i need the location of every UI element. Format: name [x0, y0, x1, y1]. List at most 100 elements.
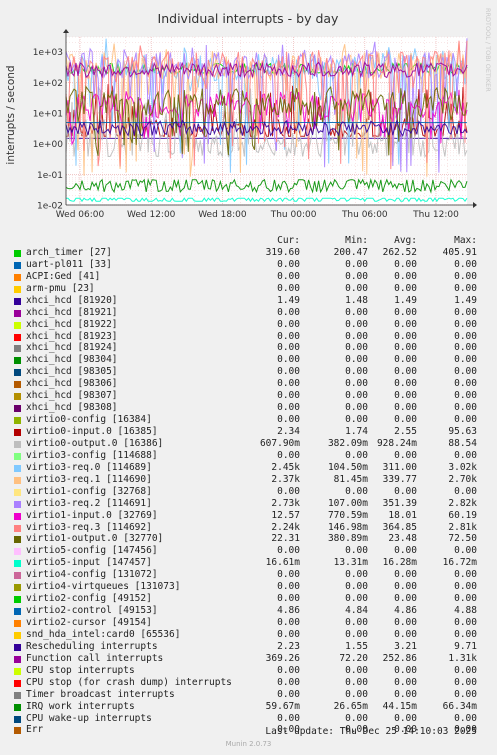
legend-cur: 2.34 [277, 426, 300, 437]
y-axis-label: interrupts / second [5, 65, 17, 164]
legend-cur: 0.00 [277, 581, 300, 593]
legend-cur: 2.45k [271, 461, 300, 473]
legend-max: 88.54 [448, 437, 477, 449]
legend-max: 0.00 [454, 688, 477, 700]
legend-cur: 12.57 [271, 509, 300, 521]
legend-max: 1.31k [448, 652, 477, 664]
y-tick-label: 1e+03 [33, 48, 63, 58]
legend-swatch [14, 297, 21, 305]
legend-label: xhci_hcd [81920] [26, 294, 118, 306]
legend-label: virtio5-input [147457] [26, 557, 152, 569]
x-tick-label: Thu 00:00 [270, 210, 317, 220]
legend-max: 66.34m [442, 700, 477, 712]
legend-label: xhci_hcd [81923] [26, 330, 118, 342]
legend-cur: 0.00 [277, 593, 300, 605]
legend-cur: 0.00 [277, 414, 300, 426]
legend-max: 0.00 [454, 258, 477, 270]
legend-row: CPU wake-up interrupts 0.00 0.00 0.00 0.00 [0, 713, 497, 725]
legend-cur: 0.00 [277, 270, 300, 282]
legend-swatch [14, 285, 21, 293]
legend-max: 0.00 [454, 712, 477, 724]
legend-label: Rescheduling interrupts [26, 640, 158, 652]
legend-row: virtio0-config [16384] 0.00 0.00 0.00 0.00 [0, 414, 497, 426]
chart-title: Individual interrupts - by day [158, 11, 340, 26]
legend-cur: 0.00 [277, 617, 300, 628]
legend-swatch [14, 691, 21, 699]
legend-swatch [14, 464, 21, 472]
legend-cur: 0.00 [277, 664, 300, 676]
legend-swatch [14, 655, 21, 663]
legend-max: 0.00 [454, 664, 477, 676]
legend-swatch [14, 584, 21, 592]
legend-max: 2.82k [448, 497, 477, 509]
legend-header: Cur: Min: Avg: Max: [0, 235, 497, 247]
legend-row: xhci_hcd [81921] 0.00 0.00 0.00 0.00 [0, 307, 497, 319]
last-update: Last update: Thu Dec 25 14:10:03 2025 [265, 726, 477, 737]
legend-row: virtio2-config [49152] 0.00 0.00 0.00 0.00 [0, 593, 497, 605]
legend-max: 0.00 [454, 449, 477, 461]
legend-row: arm-pmu [23] 0.00 0.00 0.00 0.00 [0, 283, 497, 295]
legend-swatch [14, 393, 21, 401]
legend-swatch [14, 405, 21, 413]
legend-swatch [14, 631, 21, 639]
legend-row: CPU stop (for crash dump) interrupts 0.00… [0, 677, 497, 689]
legend-label: xhci_hcd [98304] [26, 354, 118, 366]
legend-max: 0.00 [454, 366, 477, 378]
legend-rows: arch_timer [27] 319.60 200.47 262.52 405.91 u… [0, 247, 497, 736]
legend-swatch [14, 667, 21, 675]
legend-max: 0.00 [454, 545, 477, 557]
legend-label: Function call interrupts [26, 652, 164, 664]
legend-swatch [14, 727, 21, 735]
legend-cur: 607.90m [259, 437, 300, 449]
legend-label: xhci_hcd [98305] [26, 366, 118, 378]
legend-row: virtio1-input.0 [32769] 12.57 770.59m 18.01… [0, 510, 497, 522]
legend-max: 0.00 [454, 485, 477, 497]
legend-label: virtio0-config [16384] [26, 414, 152, 426]
legend-max: 0.00 [454, 593, 477, 605]
legend-cur: 16.61m [265, 557, 300, 569]
legend-swatch [14, 417, 21, 425]
x-axis-arrow [473, 202, 477, 208]
legend-label: virtio4-config [131072] [26, 569, 158, 581]
legend-swatch [14, 596, 21, 604]
legend-max: 95.63 [448, 426, 477, 437]
munin-version: Munin 2.0.73 [225, 740, 272, 748]
legend-swatch [14, 261, 21, 269]
legend-max: 9.71 [454, 640, 477, 652]
legend-cur: 0.00 [277, 485, 300, 497]
legend-swatch [14, 440, 21, 448]
legend-row: xhci_hcd [98305] 0.00 0.00 0.00 0.00 [0, 366, 497, 378]
legend-label: CPU stop interrupts [26, 664, 135, 676]
legend-cur: 0.00 [277, 306, 300, 318]
legend-max: 0.00 [454, 569, 477, 581]
legend-label: virtio3-req.2 [114691] [26, 497, 152, 509]
legend-max: 72.50 [448, 533, 477, 545]
y-axis-arrow [63, 29, 69, 33]
legend-row: uart-pl011 [33] 0.00 0.00 0.00 0.00 [0, 259, 497, 271]
legend-swatch [14, 488, 21, 496]
legend-swatch [14, 249, 21, 257]
legend-swatch [14, 703, 21, 711]
legend-max: 4.88 [454, 605, 477, 617]
legend-row: virtio4-config [131072] 0.00 0.00 0.00 0.00 [0, 569, 497, 581]
legend-swatch [14, 548, 21, 556]
legend-swatch [14, 309, 21, 317]
legend-cur: 0.00 [277, 330, 300, 342]
x-tick-label: Wed 12:00 [127, 210, 176, 220]
legend-row: virtio4-virtqueues [131073] 0.00 0.00 0.00 0… [0, 581, 497, 593]
legend-label: virtio4-virtqueues [131073] [26, 581, 181, 593]
legend-row: CPU stop interrupts 0.00 0.00 0.00 0.00 [0, 665, 497, 677]
legend-cur: 369.26 [265, 652, 300, 664]
legend-label: arm-pmu [23] [26, 282, 95, 294]
y-tick-label: 1e-01 [37, 171, 63, 181]
legend-row: virtio5-input [147457] 16.61m 13.31m 16.28m… [0, 557, 497, 569]
legend-swatch [14, 369, 21, 377]
legend-cur: 1.49 [277, 294, 300, 306]
y-tick-label: 1e+02 [33, 79, 63, 89]
legend-cur: 0.00 [277, 342, 300, 354]
legend-max: 405.91 [442, 246, 477, 258]
legend-max: 2.70k [448, 473, 477, 485]
legend-row: xhci_hcd [98304] 0.00 0.00 0.00 0.00 [0, 354, 497, 366]
x-tick-label: Wed 18:00 [198, 210, 247, 220]
legend-cur: 4.86 [277, 605, 300, 617]
